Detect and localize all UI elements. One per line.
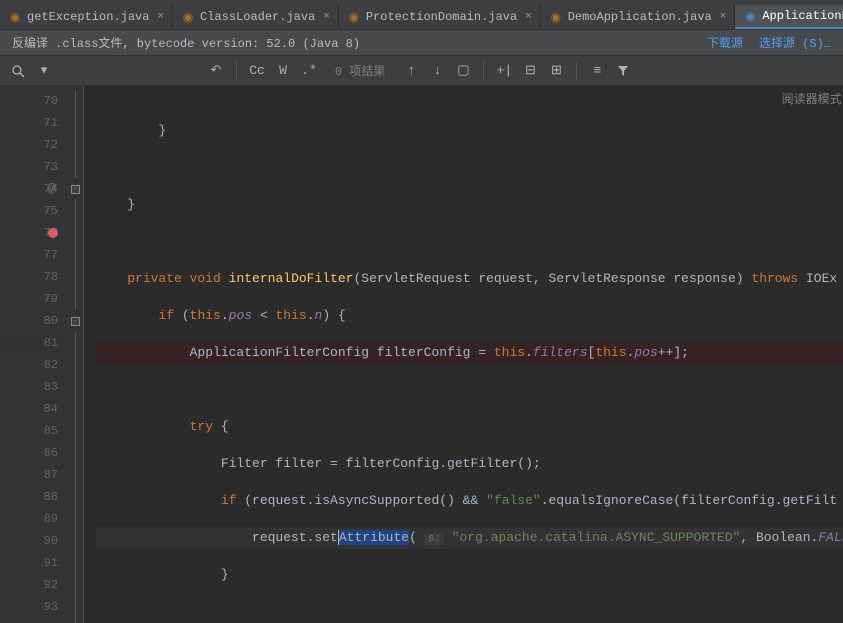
line-number: 85	[0, 420, 68, 442]
fold-toggle[interactable]: -	[71, 185, 80, 194]
history-prev-icon[interactable]: ↶	[206, 61, 226, 81]
tab-getexception[interactable]: ◉ getException.java ×	[0, 5, 173, 29]
line-number: 81	[0, 332, 68, 354]
close-icon[interactable]: ×	[525, 11, 532, 23]
code-area[interactable]: 阅读器模式 } } private void internalDoFilter(…	[84, 86, 843, 623]
line-number: 78	[0, 266, 68, 288]
regex-icon[interactable]: .*	[299, 61, 319, 81]
java-icon: ◉	[8, 10, 22, 24]
tab-label: DemoApplication.java	[568, 10, 712, 24]
tab-label: ClassLoader.java	[200, 10, 315, 24]
line-number: 82	[0, 354, 68, 376]
code-editor[interactable]: 70 71 72 73 74@ 75 76 77 78 79 80 81 82 …	[0, 86, 843, 623]
line-number: 94	[0, 618, 68, 623]
close-icon[interactable]: ×	[323, 11, 330, 23]
tab-classloader[interactable]: ◉ ClassLoader.java ×	[173, 5, 339, 29]
tab-label: getException.java	[27, 10, 149, 24]
line-number: 80	[0, 310, 68, 332]
java-icon: ◉	[549, 10, 563, 24]
find-toolbar: ▾ ↶ Cc W .* 0 项结果 ↑ ↓ ▢ +| ⊟ ⊞ ≡	[0, 56, 843, 86]
match-case-icon[interactable]: Cc	[247, 61, 267, 81]
line-number: 90	[0, 530, 68, 552]
line-number: 74@	[0, 178, 68, 200]
line-number: 76	[0, 222, 68, 244]
download-sources-link[interactable]: 下载源	[707, 34, 743, 51]
settings-icon[interactable]: ≡	[587, 61, 607, 81]
fold-toggle[interactable]: -	[71, 317, 80, 326]
class-icon: ◉	[743, 9, 757, 23]
results-count: 0 项结果	[335, 62, 385, 79]
line-number: 86	[0, 442, 68, 464]
line-number: 71	[0, 112, 68, 134]
add-selection-icon[interactable]: +|	[494, 61, 514, 81]
line-number: 79	[0, 288, 68, 310]
line-number: 87	[0, 464, 68, 486]
line-number: 73	[0, 156, 68, 178]
words-icon[interactable]: W	[273, 61, 293, 81]
decompile-info-bar: 反编译 .class文件, bytecode version: 52.0 (Ja…	[0, 30, 843, 56]
line-number: 84	[0, 398, 68, 420]
editor-tabs: ◉ getException.java × ◉ ClassLoader.java…	[0, 0, 843, 30]
select-occurrences-icon[interactable]: ⊞	[546, 61, 566, 81]
line-number: 91	[0, 552, 68, 574]
java-icon: ◉	[181, 10, 195, 24]
filter-icon[interactable]	[613, 61, 633, 81]
arrow-up-icon[interactable]: ↑	[401, 61, 421, 81]
tab-demoapplication[interactable]: ◉ DemoApplication.java ×	[541, 5, 736, 29]
line-number: 70	[0, 90, 68, 112]
fold-column: - -	[68, 86, 84, 623]
line-gutter: 70 71 72 73 74@ 75 76 77 78 79 80 81 82 …	[0, 86, 68, 623]
tab-protectiondomain[interactable]: ◉ ProtectionDomain.java ×	[339, 5, 541, 29]
select-all-icon[interactable]: ▢	[453, 61, 473, 81]
remove-selection-icon[interactable]: ⊟	[520, 61, 540, 81]
modified-icon: @	[48, 182, 55, 196]
tab-label: ProtectionDomain.java	[366, 10, 517, 24]
line-number: 77	[0, 244, 68, 266]
close-icon[interactable]: ×	[720, 11, 727, 23]
line-number: 75	[0, 200, 68, 222]
line-number: 92	[0, 574, 68, 596]
line-number: 88	[0, 486, 68, 508]
select-sources-link[interactable]: 选择源 (S)…	[759, 34, 831, 51]
line-number: 89	[0, 508, 68, 530]
arrow-down-icon[interactable]: ↓	[427, 61, 447, 81]
line-number: 83	[0, 376, 68, 398]
line-number: 93	[0, 596, 68, 618]
tab-label: ApplicationFilterChain.class	[762, 9, 843, 23]
decompile-info-text: 反编译 .class文件, bytecode version: 52.0 (Ja…	[12, 34, 360, 51]
close-icon[interactable]: ×	[157, 11, 164, 23]
search-icon[interactable]	[8, 61, 28, 81]
tab-applicationfilterchain[interactable]: ◉ ApplicationFilterChain.class ×	[735, 5, 843, 29]
java-icon: ◉	[347, 10, 361, 24]
line-number: 72	[0, 134, 68, 156]
chevron-down-icon[interactable]: ▾	[34, 61, 54, 81]
breakpoint-icon[interactable]	[48, 228, 58, 238]
reader-mode-label[interactable]: 阅读器模式	[782, 90, 842, 107]
